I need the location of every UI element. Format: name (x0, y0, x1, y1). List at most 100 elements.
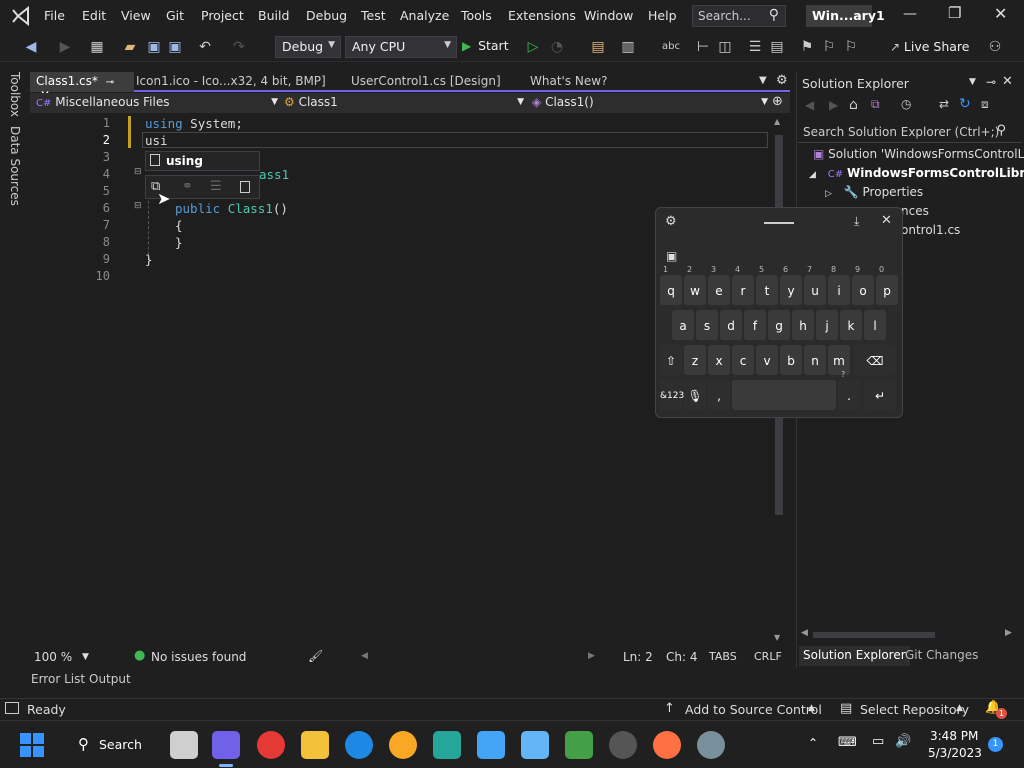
maximize-icon[interactable]: ❐ (948, 4, 961, 22)
menu-window[interactable]: Window (584, 8, 633, 23)
taskbar-search-button[interactable]: ⚲ Search (66, 732, 150, 758)
error-list-tab[interactable]: Error List (31, 672, 85, 686)
platform-select[interactable]: Any CPU ▼ (345, 36, 457, 58)
space-key[interactable] (732, 380, 836, 410)
key-6[interactable]: m (828, 345, 850, 375)
key-3[interactable]: v (756, 345, 778, 375)
clipboard-icon[interactable]: ▣ (666, 249, 677, 263)
key-2[interactable]: d (720, 310, 742, 340)
menu-debug[interactable]: Debug (306, 8, 347, 23)
layout-icon[interactable]: ▥ (619, 38, 637, 56)
keyboard-dock-icon[interactable]: ⤓ (854, 214, 859, 229)
panel-options-icon[interactable]: ▼ (969, 77, 976, 87)
toolbox-tab[interactable]: Toolbox (8, 72, 22, 117)
spellcheck-icon[interactable]: abc (662, 38, 680, 56)
key-0[interactable]: z (684, 345, 706, 375)
sheets-icon[interactable] (565, 731, 593, 759)
tree-item-project[interactable]: ◢ C# WindowsFormsControlLibrary (809, 166, 1024, 184)
solution-explorer-bottom-tab[interactable]: Solution Explorer (799, 646, 910, 666)
refresh-icon[interactable]: ↻ (959, 96, 971, 112)
visual-studio-taskbar-icon[interactable] (212, 731, 240, 759)
key-8[interactable]: 9o (852, 265, 874, 305)
back-icon[interactable]: ◀ (22, 38, 40, 56)
notification-center-badge[interactable]: 1 (988, 737, 1003, 752)
select-repository-button[interactable]: Select Repository (860, 702, 969, 717)
store-icon[interactable] (477, 731, 505, 759)
keyboard-settings-icon[interactable]: ⚙ (665, 214, 677, 229)
scroll-up-icon[interactable]: ▲ (774, 117, 780, 126)
minimize-icon[interactable]: — (903, 6, 917, 22)
keyboard-tray-icon[interactable]: ⌨ (838, 735, 857, 750)
pin-icon[interactable]: ⊸ (106, 77, 114, 88)
back-icon[interactable]: ◀ (805, 98, 814, 112)
sync-icon[interactable]: ⇄ (939, 97, 949, 111)
backspace-key[interactable]: ⌫ (854, 345, 896, 375)
menu-file[interactable]: File (44, 8, 65, 23)
save-all-icon[interactable]: ▣ (166, 38, 184, 56)
menu-project[interactable]: Project (201, 8, 244, 23)
key-4[interactable]: 5t (756, 265, 778, 305)
menu-help[interactable]: Help (648, 8, 677, 23)
clock-time[interactable]: 3:48 PM (930, 729, 978, 743)
tab-class1[interactable]: Class1.cs* ⊸ ✕ (30, 72, 134, 102)
key-0[interactable]: a (672, 310, 694, 340)
start-without-debug-icon[interactable]: ▷ (524, 38, 542, 56)
key-1[interactable]: 2w (684, 265, 706, 305)
keyboard-drag-handle[interactable] (764, 222, 794, 224)
bookmark-next-icon[interactable]: ⚐ (820, 38, 838, 56)
line-indicator[interactable]: Ln: 2 (623, 650, 653, 664)
tab-icon1[interactable]: Icon1.ico - Ico...x32, 4 bit, BMP] (130, 72, 332, 92)
issues-status[interactable]: No issues found (151, 650, 246, 664)
scope-select[interactable]: C# Miscellaneous Files ▼ (32, 94, 278, 112)
start-button[interactable]: ▶ Start (462, 38, 522, 56)
collapse-icon[interactable]: ⊟ (134, 167, 142, 177)
enter-key[interactable]: ↵ (864, 380, 896, 410)
search-box[interactable]: Search... ⚲ (692, 5, 786, 27)
menu-extensions[interactable]: Extensions (508, 8, 576, 23)
align-icon[interactable]: ⊢ (694, 38, 712, 56)
type-select[interactable]: ⚙ Class1 ▼ (280, 94, 524, 112)
menu-git[interactable]: Git (166, 8, 184, 23)
home-icon[interactable]: ⌂ (849, 97, 858, 113)
type-filter-icon[interactable]: ⚭ (182, 179, 193, 194)
weather-icon[interactable] (389, 731, 417, 759)
comment-icon[interactable]: ▤ (768, 38, 786, 56)
key-4[interactable]: g (768, 310, 790, 340)
bookmark-icon[interactable]: ⚑ (798, 38, 816, 56)
output-tab[interactable]: Output (89, 672, 131, 686)
tree-item-usercontrol[interactable]: ontrol1.cs (901, 223, 1021, 241)
undo-icon[interactable]: ↶ (196, 38, 214, 56)
menu-analyze[interactable]: Analyze (400, 8, 449, 23)
file-explorer-icon[interactable] (301, 731, 329, 759)
account-icon[interactable]: ⚇ (986, 38, 1004, 56)
symbols-key[interactable]: &123 (660, 380, 684, 410)
scroll-down-icon[interactable]: ▼ (774, 633, 780, 642)
key-6[interactable]: j (816, 310, 838, 340)
key-2[interactable]: c (732, 345, 754, 375)
suggestion-using[interactable]: using (166, 154, 203, 168)
tab-usercontrol1[interactable]: UserControl1.cs [Design] (345, 72, 507, 92)
volume-icon[interactable]: 🔊 (895, 734, 911, 749)
pin-icon[interactable]: ⊸ (986, 75, 996, 89)
horizontal-scroll-right-icon[interactable]: ▶ (588, 651, 595, 661)
key-4[interactable]: b (780, 345, 802, 375)
pending-changes-icon[interactable]: ◷ (901, 97, 911, 111)
hot-reload-icon[interactable]: ◔ (548, 38, 566, 56)
close-icon[interactable]: ✕ (1002, 74, 1013, 89)
tabs-indicator[interactable]: TABS (709, 650, 737, 663)
zoom-select[interactable]: 100 % (34, 650, 72, 664)
scroll-right-icon[interactable]: ▶ (1005, 628, 1012, 638)
notepad-icon[interactable] (521, 731, 549, 759)
switch-view-icon[interactable]: ⧉ (871, 97, 880, 112)
key-3[interactable]: f (744, 310, 766, 340)
period-key[interactable]: ?. (838, 370, 860, 410)
start-menu-icon[interactable] (20, 733, 44, 757)
chrome-icon[interactable] (257, 731, 285, 759)
redo-icon[interactable]: ↷ (230, 38, 248, 56)
settings-icon[interactable] (697, 731, 725, 759)
key-2[interactable]: 3e (708, 265, 730, 305)
solution-folder-icon[interactable]: ▤ (589, 38, 607, 56)
open-folder-icon[interactable]: ▰ (121, 38, 139, 56)
key-7[interactable]: 8i (828, 265, 850, 305)
network-icon[interactable]: ▭ (872, 734, 884, 749)
